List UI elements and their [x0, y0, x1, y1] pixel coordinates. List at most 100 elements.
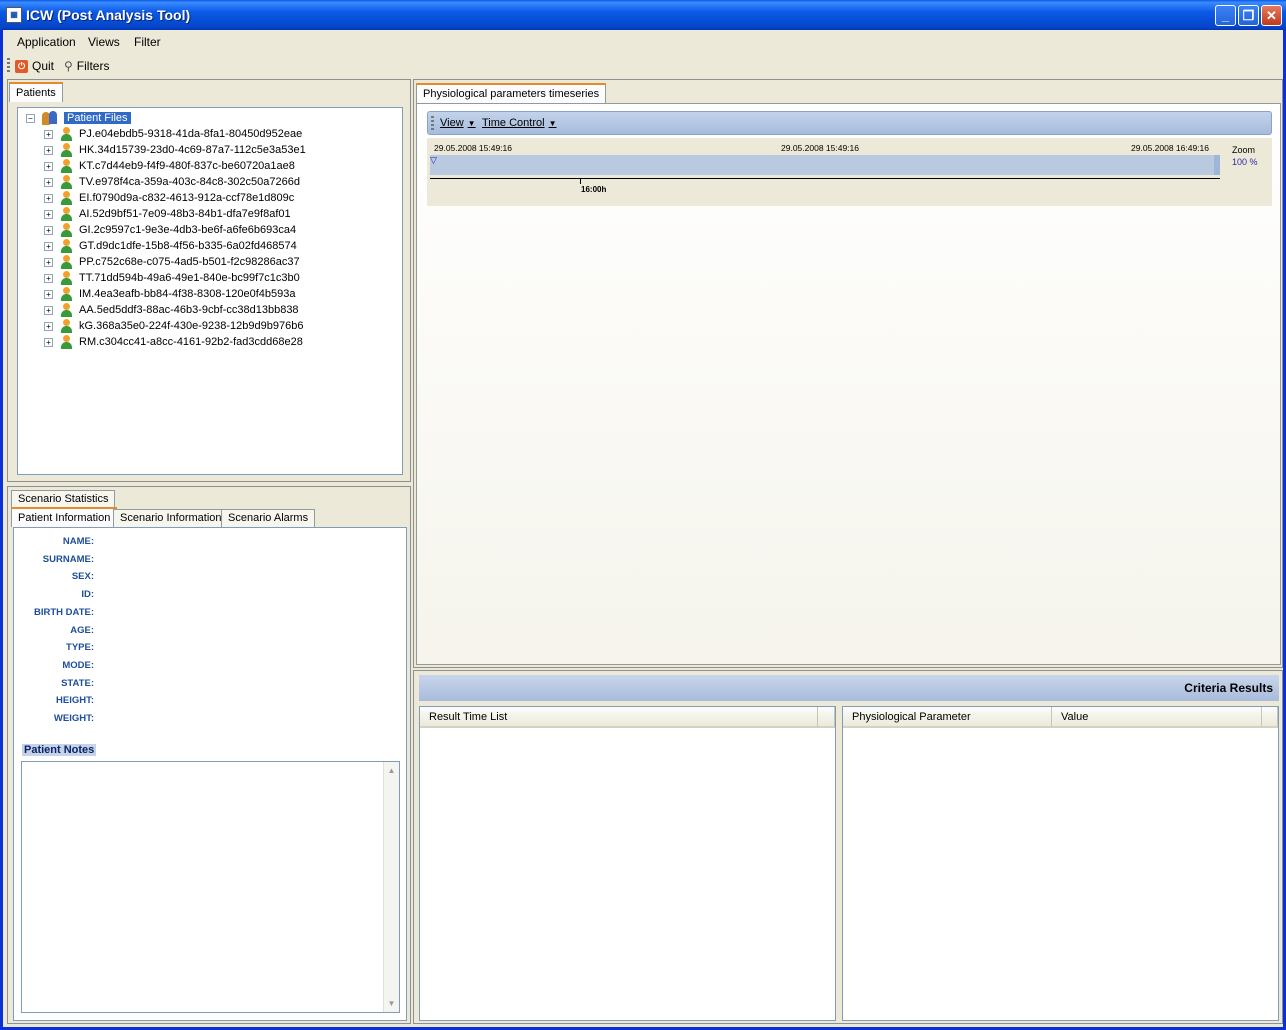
column-value[interactable]: Value [1052, 707, 1262, 728]
patient-icon [60, 191, 73, 205]
time-axis [430, 178, 1220, 179]
expand-icon[interactable]: + [44, 129, 53, 139]
result-time-list[interactable]: Result Time List [419, 706, 836, 1021]
collapse-icon[interactable]: − [26, 113, 35, 123]
expand-icon[interactable]: + [44, 193, 53, 203]
title-bar[interactable]: ▦ ICW (Post Analysis Tool) _ ❐ ✕ [0, 0, 1286, 30]
expand-icon[interactable]: + [44, 209, 53, 219]
patient-icon [60, 159, 73, 173]
patient-tree: − Patient Files + PJ.e04ebdb5-9318-41da-8… [17, 107, 403, 475]
criteria-results-header: Criteria Results [419, 675, 1279, 701]
patient-label: AA.5ed5ddf3-88ac-46b3-9cbf-cc38d13bb838 [79, 304, 299, 316]
patient-label: IM.4ea3eafb-bb84-4f38-8308-120e0f4b593a [79, 288, 296, 300]
expand-icon[interactable]: + [44, 289, 53, 299]
patient-label: KT.c7d44eb9-f4f9-480f-837c-be60720a1ae8 [79, 160, 295, 172]
field-label: AGE: [70, 624, 94, 636]
time-control-menu[interactable]: Time Control ▼ [482, 117, 556, 129]
tree-item-patient[interactable]: + PJ.e04ebdb5-9318-41da-8fa1-80450d952eae [44, 126, 302, 142]
time-axis-tick [580, 178, 581, 184]
parameter-value-list[interactable]: Physiological Parameter Value [842, 706, 1279, 1021]
tree-item-patient[interactable]: + HK.34d15739-23d0-4c69-87a7-112c5e3a53e1 [44, 142, 306, 158]
filter-icon: ⚲ [64, 59, 73, 73]
patient-icon [60, 335, 73, 349]
menu-filter[interactable]: Filter [134, 35, 161, 49]
expand-icon[interactable]: + [44, 273, 53, 283]
toolbar-grip[interactable] [7, 58, 10, 73]
field-label: STATE: [61, 677, 94, 689]
filters-button[interactable]: ⚲ Filters [64, 58, 109, 74]
timeseries-toolbar: View ▼ Time Control ▼ [427, 111, 1272, 135]
minimize-button[interactable]: _ [1215, 5, 1236, 26]
menu-views[interactable]: Views [88, 35, 120, 49]
menu-application[interactable]: Application [17, 35, 76, 49]
field-label: SURNAME: [42, 553, 94, 565]
restore-button[interactable]: ❐ [1238, 5, 1259, 26]
tree-root[interactable]: − Patient Files [26, 110, 131, 126]
patient-group-icon [42, 111, 60, 125]
expand-icon[interactable]: + [44, 225, 53, 235]
time-range-bar[interactable]: ▽ [430, 155, 1220, 175]
column-result-time[interactable]: Result Time List [420, 707, 818, 728]
expand-icon[interactable]: + [44, 305, 53, 315]
tree-item-patient[interactable]: + TV.e978f4ca-359a-403c-84c8-302c50a7266d [44, 174, 300, 190]
patient-label: RM.c304cc41-a8cc-4161-92b2-fad3cdd68e28 [79, 336, 303, 348]
patient-label: PJ.e04ebdb5-9318-41da-8fa1-80450d952eae [79, 128, 303, 140]
field-label: WEIGHT: [53, 713, 94, 724]
patient-icon [60, 303, 73, 317]
tree-item-patient[interactable]: + PP.c752c68e-c075-4ad5-b501-f2c98286ac37 [44, 254, 300, 270]
patient-notes-field[interactable]: ▲ ▼ [21, 761, 400, 1013]
patient-icon [60, 207, 73, 221]
column-filler [1262, 707, 1278, 728]
tree-item-patient[interactable]: + GT.d9dc1dfe-15b8-4f56-b335-6a02fd468574 [44, 238, 297, 254]
scroll-up-icon[interactable]: ▲ [386, 765, 397, 776]
patient-label: GI.2c9597c1-9e3e-4db3-be6f-a6fe6b693ca4 [79, 224, 297, 236]
expand-icon[interactable]: + [44, 241, 53, 251]
expand-icon[interactable]: + [44, 321, 53, 331]
view-menu-label: View [440, 117, 464, 129]
close-button[interactable]: ✕ [1261, 5, 1282, 26]
patient-icon [60, 143, 73, 157]
quit-button[interactable]: ⏻ Quit [15, 58, 54, 74]
tab-scenario-statistics[interactable]: Scenario Statistics [11, 490, 116, 508]
tree-item-patient[interactable]: + IM.4ea3eafb-bb84-4f38-8308-120e0f4b593a [44, 286, 296, 302]
scroll-down-icon[interactable]: ▼ [386, 998, 397, 1009]
time-tick-label: 16:00h [581, 185, 607, 194]
tab-scenario-information[interactable]: Scenario Information [113, 509, 229, 527]
timeseries-area: View ▼ Time Control ▼ 29.05.2008 15:49:16 … [416, 103, 1281, 665]
patient-icon [60, 319, 73, 333]
time-ruler: 29.05.2008 15:49:16 29.05.2008 15:49:16 … [427, 138, 1272, 206]
tab-scenario-alarms[interactable]: Scenario Alarms [221, 509, 316, 527]
column-filler [818, 707, 835, 728]
zoom-label: Zoom [1232, 145, 1256, 155]
notes-scrollbar[interactable]: ▲ ▼ [383, 762, 399, 1012]
patient-icon [60, 175, 73, 189]
expand-icon[interactable]: + [44, 257, 53, 267]
menu-bar: Application Views Filter [3, 30, 1283, 54]
restore-icon: ❐ [1242, 8, 1255, 23]
expand-icon[interactable]: + [44, 177, 53, 187]
app-icon: ▦ [6, 7, 22, 23]
tab-patient-information[interactable]: Patient Information [11, 507, 118, 527]
view-menu[interactable]: View ▼ [440, 117, 476, 129]
expand-icon[interactable]: + [44, 337, 53, 347]
tree-item-patient[interactable]: + AA.5ed5ddf3-88ac-46b3-9cbf-cc38d13bb838 [44, 302, 299, 318]
tree-item-patient[interactable]: + EI.f0790d9a-c832-4613-912a-ccf78e1d809c [44, 190, 294, 206]
tree-item-patient[interactable]: + KT.c7d44eb9-f4f9-480f-837c-be60720a1ae8 [44, 158, 295, 174]
column-physiological-parameter[interactable]: Physiological Parameter [843, 707, 1052, 728]
time-cursor-icon[interactable]: ▽ [430, 155, 437, 166]
zoom-value[interactable]: 100 % [1232, 157, 1258, 167]
tab-patients[interactable]: Patients [9, 82, 63, 102]
tree-item-patient[interactable]: + GI.2c9597c1-9e3e-4db3-be6f-a6fe6b693ca4 [44, 222, 296, 238]
expand-icon[interactable]: + [44, 161, 53, 171]
quit-label: Quit [32, 59, 55, 73]
tree-item-patient[interactable]: + RM.c304cc41-a8cc-4161-92b2-fad3cdd68e28 [44, 334, 303, 350]
tree-item-patient[interactable]: + AI.52d9bf51-7e09-48b3-84b1-dfa7e9f8af01 [44, 206, 291, 222]
minimize-icon: _ [1221, 8, 1230, 23]
patient-icon [60, 239, 73, 253]
tab-physiological-timeseries[interactable]: Physiological parameters timeseries [416, 83, 607, 103]
tree-item-patient[interactable]: + kG.368a35e0-224f-430e-9238-12b9d9b976b6 [44, 318, 303, 334]
timeseries-toolbar-grip[interactable] [431, 116, 434, 131]
tree-item-patient[interactable]: + TT.71dd594b-49a6-49e1-840e-bc99f7c1c3b0 [44, 270, 300, 286]
patient-label: AI.52d9bf51-7e09-48b3-84b1-dfa7e9f8af01 [79, 208, 291, 220]
expand-icon[interactable]: + [44, 145, 53, 155]
